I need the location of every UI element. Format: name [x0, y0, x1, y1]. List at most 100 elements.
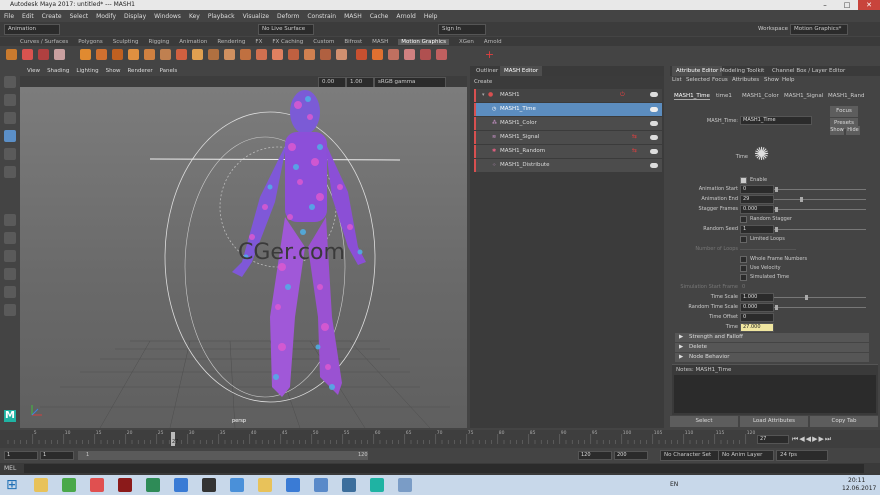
tab-attribute-editor[interactable]: Attribute Editor [672, 66, 723, 76]
shelf-tab[interactable]: MASH [372, 39, 388, 45]
anim-layer-dropdown[interactable]: No Anim Layer [718, 450, 774, 461]
menu-cache[interactable]: Cache [370, 13, 389, 20]
rand-scale-slider[interactable] [774, 307, 866, 308]
time-icon[interactable] [160, 49, 171, 60]
shelf-tab[interactable]: Arnold [484, 39, 502, 45]
copy-tab-button[interactable]: Copy Tab [810, 416, 878, 427]
toggle-icon[interactable] [650, 135, 658, 140]
time-scale-field[interactable]: 1.000 [740, 293, 774, 302]
node-tab[interactable]: time1 [716, 93, 732, 99]
maximize-button[interactable]: □ [836, 0, 858, 10]
ae-menu-show[interactable]: Show [764, 77, 779, 83]
layout-two-icon[interactable] [4, 250, 16, 262]
create-menu[interactable]: Create [474, 79, 492, 85]
layout-graph-icon[interactable] [4, 286, 16, 298]
anim-start-field[interactable]: 0 [740, 185, 774, 194]
minimize-button[interactable]: – [814, 0, 836, 10]
focus-button[interactable]: Focus [830, 106, 858, 117]
rotate-tool-icon[interactable] [4, 148, 16, 160]
app-icon[interactable] [314, 478, 328, 492]
acrobat-icon[interactable] [118, 478, 132, 492]
section-node-behavior[interactable]: ▶ Node Behavior [675, 353, 869, 362]
menu-mash[interactable]: MASH [344, 13, 362, 20]
seed-knob[interactable] [775, 227, 778, 232]
current-frame-field[interactable]: 27 [757, 435, 789, 444]
workspace-dropdown[interactable]: Motion Graphics* [790, 24, 848, 35]
node-tab[interactable]: MASH1_Color [742, 93, 779, 99]
ae-menu-help[interactable]: Help [782, 77, 795, 83]
replicator-icon[interactable] [288, 49, 299, 60]
mash-type-icon[interactable] [38, 49, 49, 60]
menu-visualize[interactable]: Visualize [243, 13, 269, 20]
seed-field[interactable]: 1 [740, 225, 774, 234]
random-stagger-checkbox[interactable] [740, 216, 747, 223]
limited-loops-checkbox[interactable] [740, 236, 747, 243]
sign-in-button[interactable]: Sign In [438, 24, 486, 35]
add-plus-icon[interactable]: + [484, 49, 495, 60]
app-icon[interactable] [286, 478, 300, 492]
signal-icon[interactable] [112, 49, 123, 60]
toggle-icon[interactable] [650, 107, 658, 112]
menu-set-dropdown[interactable]: Animation [4, 24, 60, 35]
anim-start-slider[interactable] [774, 189, 866, 190]
vp-menu-panels[interactable]: Panels [160, 68, 178, 74]
chrome-icon[interactable] [62, 478, 76, 492]
layout-hypershade-icon[interactable] [4, 304, 16, 316]
app-icon[interactable] [398, 478, 412, 492]
show-button[interactable]: Show [830, 126, 844, 135]
viewport-persp[interactable]: CGer.com persp [20, 87, 467, 428]
strength-icon[interactable] [208, 49, 219, 60]
stagger-knob[interactable] [775, 207, 778, 212]
shelf-tab[interactable]: Custom [313, 39, 334, 45]
shelf-tab-active[interactable]: Motion Graphics [398, 38, 449, 45]
move-tool-icon[interactable] [4, 130, 16, 142]
language-indicator[interactable]: EN [670, 481, 678, 488]
playback-controls-icon[interactable]: ⏮◀◀▶▶⏭ [792, 435, 832, 444]
flight-icon[interactable] [240, 49, 251, 60]
menu-select[interactable]: Select [70, 13, 89, 20]
placer-icon[interactable] [372, 49, 383, 60]
anim-start-knob[interactable] [775, 187, 778, 192]
shelf-tab[interactable]: Sculpting [113, 39, 139, 45]
anim-end-slider[interactable] [774, 199, 866, 200]
mash-network-icon[interactable] [6, 49, 17, 60]
menu-key[interactable]: Key [189, 13, 200, 20]
time-scale-knob[interactable] [805, 295, 808, 300]
shelf-tab[interactable]: Curves / Surfaces [20, 39, 68, 45]
menu-display[interactable]: Display [124, 13, 146, 20]
start-button-icon[interactable]: ⊞ [6, 478, 20, 492]
spring-icon[interactable] [420, 49, 431, 60]
collapse-icon[interactable]: ▾ [482, 92, 485, 98]
github-icon[interactable] [202, 478, 216, 492]
node-name-field[interactable]: MASH1_Time [740, 116, 812, 125]
playback-end-field[interactable]: 120 [578, 451, 612, 460]
script-lang-label[interactable]: MEL [4, 465, 16, 472]
vp-menu-shading[interactable]: Shading [47, 68, 69, 74]
sim-time-checkbox[interactable] [740, 274, 747, 281]
mash-node-row[interactable]: ✱ MASH1_Random ⇆ [474, 145, 662, 158]
section-delete[interactable]: ▶ Delete [675, 343, 869, 352]
menu-file[interactable]: File [4, 13, 14, 20]
node-tab[interactable]: MASH1_Rand [828, 93, 864, 99]
menu-help[interactable]: Help [424, 13, 438, 20]
toggle-icon[interactable] [650, 121, 658, 126]
paint-tool-icon[interactable] [4, 112, 16, 124]
menu-windows[interactable]: Windows [154, 13, 181, 20]
mash-node-row[interactable]: ≋ MASH1_Signal ⇆ [474, 131, 662, 144]
folder-icon[interactable] [90, 478, 104, 492]
lasso-tool-icon[interactable] [4, 94, 16, 106]
maya-taskbar-icon[interactable] [370, 478, 384, 492]
fps-dropdown[interactable]: 24 fps [776, 450, 828, 461]
curve-icon[interactable] [176, 49, 187, 60]
shelf-tab[interactable]: XGen [459, 39, 474, 45]
rand-scale-field[interactable]: 0.000 [740, 303, 774, 312]
mash-world-icon[interactable] [54, 49, 65, 60]
filezilla-icon[interactable] [258, 478, 272, 492]
tab-modeling-toolkit[interactable]: Modeling Toolkit [716, 66, 768, 76]
node-tab-active[interactable]: MASH1_Time [674, 93, 710, 100]
time-scale-slider[interactable] [774, 297, 866, 298]
layout-outliner-icon[interactable] [4, 268, 16, 280]
section-strength-falloff[interactable]: ▶ Strength and Falloff [675, 333, 869, 342]
vp-menu-renderer[interactable]: Renderer [127, 68, 152, 74]
tab-channel-box[interactable]: Channel Box / Layer Editor [768, 66, 849, 76]
